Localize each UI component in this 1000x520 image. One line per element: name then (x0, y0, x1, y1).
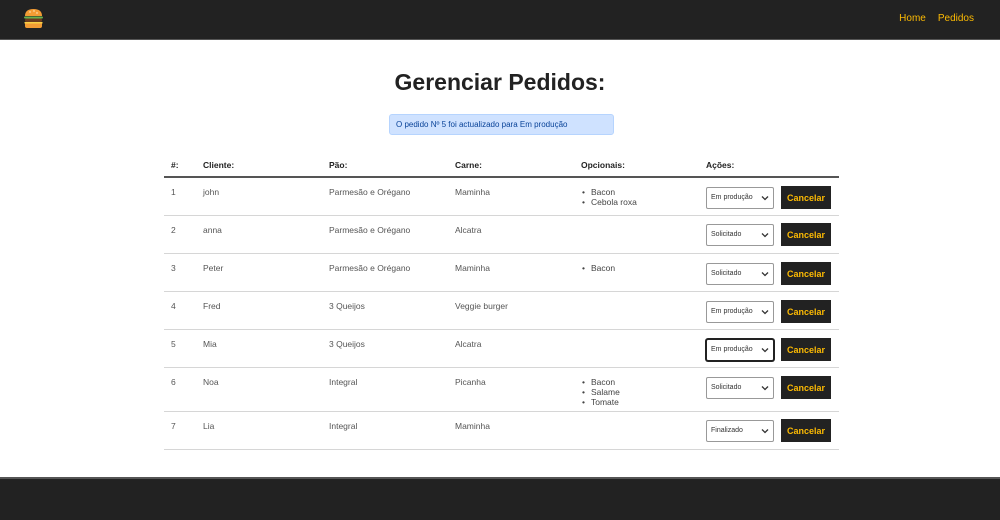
chevron-down-icon (761, 347, 769, 352)
order-meat: Alcatra (455, 225, 482, 235)
order-bread: Parmesão e Orégano (329, 187, 411, 197)
status-select-value: Solicitado (711, 231, 742, 238)
order-meat: Maminha (455, 421, 490, 431)
status-select[interactable]: Solicitado (706, 223, 774, 246)
chevron-down-icon (761, 428, 769, 433)
order-actions: Em produção Cancelar (706, 186, 831, 209)
order-bread: 3 Queijos (329, 339, 365, 349)
navbar: Home Pedidos (0, 0, 1000, 40)
header-extras: Opcionais: (581, 160, 625, 170)
chevron-down-icon (761, 195, 769, 200)
nav-orders-link[interactable]: Pedidos (938, 13, 974, 24)
footer (0, 477, 1000, 520)
order-extras-list: BaconCebola roxa (581, 187, 637, 207)
order-actions: Solicitado Cancelar (706, 376, 831, 399)
status-select[interactable]: Em produção (706, 338, 774, 361)
status-select-value: Em produção (711, 194, 753, 201)
extra-item: Tomate (581, 397, 620, 407)
order-id: 6 (171, 377, 176, 387)
status-select[interactable]: Solicitado (706, 376, 774, 399)
order-client: Peter (203, 263, 224, 273)
status-select-value: Em produção (711, 346, 753, 353)
order-id: 1 (171, 187, 176, 197)
order-bread: 3 Queijos (329, 301, 365, 311)
status-select[interactable]: Em produção (706, 186, 774, 209)
status-alert: O pedido Nº 5 foi actualizado para Em pr… (389, 114, 614, 135)
status-select-value: Finalizado (711, 427, 743, 434)
status-select[interactable]: Finalizado (706, 419, 774, 442)
order-id: 3 (171, 263, 176, 273)
order-client: anna (203, 225, 222, 235)
nav-home-link[interactable]: Home (899, 13, 926, 24)
table-header: #: Cliente: Pão: Carne: Opcionais: Ações… (164, 155, 839, 178)
status-select-value: Em produção (711, 308, 753, 315)
order-meat: Veggie burger (455, 301, 508, 311)
table-row: 4 Fred 3 Queijos Veggie burger Em produção Ca… (164, 292, 839, 330)
cancel-order-button[interactable]: Cancelar (781, 419, 831, 442)
table-body: 1johnParmesão e OréganoMaminhaBaconCebol… (164, 178, 839, 450)
order-actions: Solicitado Cancelar (706, 262, 831, 285)
status-select-value: Solicitado (711, 270, 742, 277)
order-meat: Picanha (455, 377, 486, 387)
cancel-order-button[interactable]: Cancelar (781, 376, 831, 399)
order-bread: Integral (329, 421, 358, 431)
order-extras-list: BaconSalameTomate (581, 377, 620, 407)
table-row: 7 Lia Integral Maminha Finalizado Cancelar (164, 412, 839, 450)
order-actions: Em produção Cancelar (706, 300, 831, 323)
chevron-down-icon (761, 309, 769, 314)
extra-item: Bacon (581, 187, 637, 197)
status-select[interactable]: Em produção (706, 300, 774, 323)
header-bread: Pão: (329, 160, 348, 170)
header-number: #: (171, 160, 179, 170)
order-bread: Parmesão e Orégano (329, 225, 411, 235)
order-id: 7 (171, 421, 176, 431)
order-meat: Maminha (455, 187, 490, 197)
table-row: 2 anna Parmesão e Orégano Alcatra Solicitado… (164, 216, 839, 254)
order-actions: Em produção Cancelar (706, 338, 831, 361)
table-row: 3 Peter Parmesão e Orégano Maminha Bacon Soli… (164, 254, 839, 292)
chevron-down-icon (761, 385, 769, 390)
order-client: Mia (203, 339, 217, 349)
order-client: john (203, 187, 220, 197)
status-select-value: Solicitado (711, 384, 742, 391)
status-select[interactable]: Solicitado (706, 262, 774, 285)
extra-item: Cebola roxa (581, 197, 637, 207)
chevron-down-icon (761, 271, 769, 276)
extra-item: Bacon (581, 263, 615, 273)
chevron-down-icon (761, 232, 769, 237)
header-meat: Carne: (455, 160, 482, 170)
order-client: Lia (203, 421, 215, 431)
header-actions: Ações: (706, 160, 735, 170)
cancel-order-button[interactable]: Cancelar (781, 338, 831, 361)
order-client: Noa (203, 377, 219, 387)
cancel-order-button[interactable]: Cancelar (781, 186, 831, 209)
table-row: 1 john Parmesão e Orégano Maminha BaconCebol… (164, 178, 839, 216)
extra-item: Salame (581, 387, 620, 397)
cancel-order-button[interactable]: Cancelar (781, 223, 831, 246)
order-meat: Maminha (455, 263, 490, 273)
order-extras-list: Bacon (581, 263, 615, 273)
order-id: 2 (171, 225, 176, 235)
order-id: 4 (171, 301, 176, 311)
order-bread: Integral (329, 377, 358, 387)
order-actions: Finalizado Cancelar (706, 419, 831, 442)
header-client: Cliente: (203, 160, 235, 170)
order-client: Fred (203, 301, 221, 311)
cancel-order-button[interactable]: Cancelar (781, 300, 831, 323)
order-meat: Alcatra (455, 339, 482, 349)
cancel-order-button[interactable]: Cancelar (781, 262, 831, 285)
extra-item: Bacon (581, 377, 620, 387)
burger-logo-icon[interactable] (23, 7, 44, 30)
order-id: 5 (171, 339, 176, 349)
table-row: 5 Mia 3 Queijos Alcatra Em produção Cancelar (164, 330, 839, 368)
order-actions: Solicitado Cancelar (706, 223, 831, 246)
page-title: Gerenciar Pedidos: (394, 69, 606, 95)
order-bread: Parmesão e Orégano (329, 263, 411, 273)
table-row: 6 Noa Integral Picanha BaconSalameTomate Soli… (164, 368, 839, 412)
orders-table: #: Cliente: Pão: Carne: Opcionais: Ações… (164, 155, 839, 450)
